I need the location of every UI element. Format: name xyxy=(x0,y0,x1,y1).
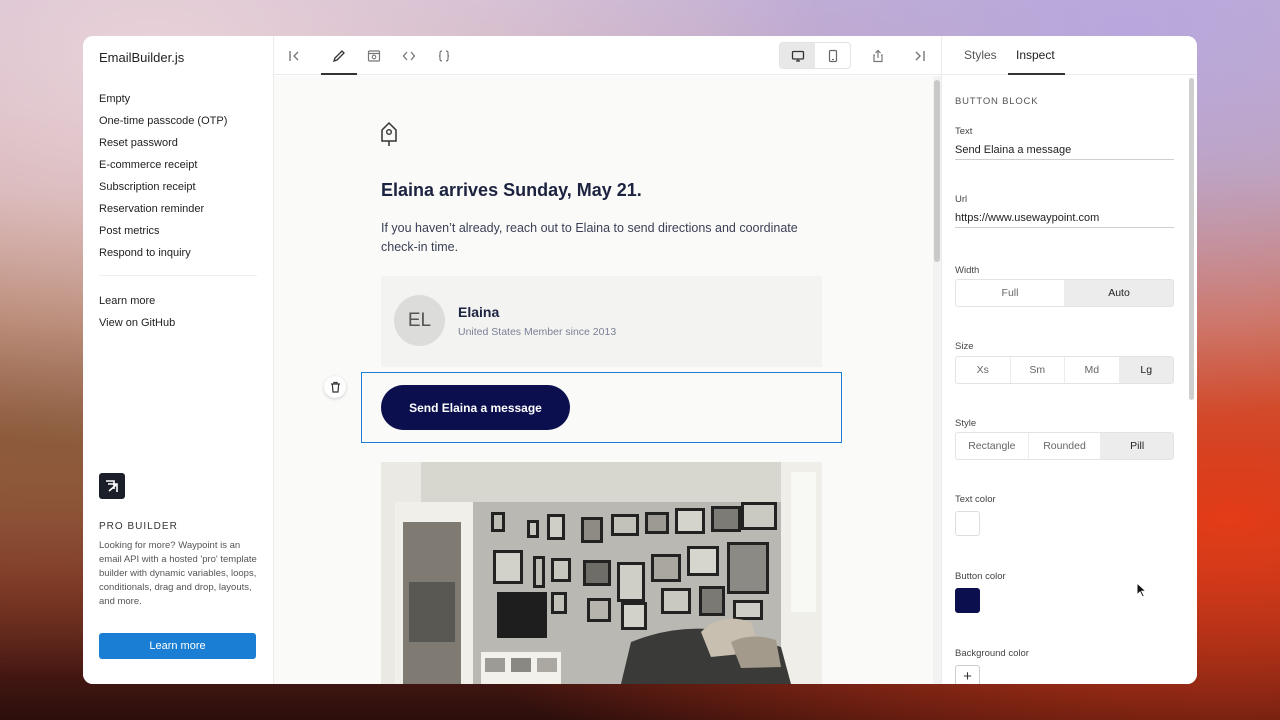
app-window: EmailBuilder.js Empty One-time passcode … xyxy=(83,36,1197,684)
profile-name: Elaina xyxy=(458,304,500,320)
template-empty[interactable]: Empty xyxy=(99,88,257,110)
style-rectangle-option[interactable]: Rectangle xyxy=(956,433,1029,459)
desktop-icon[interactable] xyxy=(780,43,815,68)
mobile-icon[interactable] xyxy=(815,43,850,68)
email-heading: Elaina arrives Sunday, May 21. xyxy=(381,180,642,200)
width-full-option[interactable]: Full xyxy=(956,280,1065,306)
text-field[interactable] xyxy=(955,140,1174,160)
email-body-text: If you haven’t already, reach out to Ela… xyxy=(381,221,798,254)
template-subscription-receipt[interactable]: Subscription receipt xyxy=(99,176,257,198)
profile-subtitle: United States Member since 2013 xyxy=(458,326,617,338)
style-label: Style xyxy=(955,418,977,429)
size-lg-option[interactable]: Lg xyxy=(1119,357,1173,383)
birdhouse-logo-icon xyxy=(380,121,398,152)
avatar: EL xyxy=(394,295,445,346)
block-title: BUTTON BLOCK xyxy=(955,96,1039,107)
active-tab-indicator xyxy=(1008,73,1065,75)
text-color-swatch[interactable] xyxy=(955,511,980,536)
collapse-left-icon[interactable] xyxy=(284,46,304,66)
url-field[interactable] xyxy=(955,208,1174,228)
inspector-tabs: Styles Inspect xyxy=(942,36,1197,75)
collapse-right-icon[interactable] xyxy=(910,46,930,66)
button-color-label: Button color xyxy=(955,571,1006,582)
template-respond-to-inquiry[interactable]: Respond to inquiry xyxy=(99,242,257,264)
button-color-swatch[interactable] xyxy=(955,588,980,613)
pencil-icon[interactable] xyxy=(329,46,349,66)
template-list: Empty One-time passcode (OTP) Reset pass… xyxy=(99,88,257,264)
style-pill-option[interactable]: Pill xyxy=(1101,433,1173,459)
device-toggle xyxy=(779,42,851,69)
waypoint-logo-icon xyxy=(99,473,125,499)
json-code-icon[interactable] xyxy=(434,46,454,66)
pro-builder-description: Looking for more? Waypoint is an email A… xyxy=(99,540,257,607)
link-list: Learn more View on GitHub xyxy=(99,290,257,334)
size-sm-option[interactable]: Sm xyxy=(1011,357,1065,383)
room-photo xyxy=(381,462,822,684)
app-brand: EmailBuilder.js xyxy=(99,50,185,65)
template-post-metrics[interactable]: Post metrics xyxy=(99,220,257,242)
url-label: Url xyxy=(955,194,968,205)
inspector-panel: Styles Inspect BUTTON BLOCK Text Url Wid… xyxy=(941,36,1197,684)
size-toggle: Xs Sm Md Lg xyxy=(955,356,1174,384)
sidebar: EmailBuilder.js Empty One-time passcode … xyxy=(83,36,274,684)
editor-area: Elaina arrives Sunday, May 21. If you ha… xyxy=(274,36,941,684)
email-canvas: Elaina arrives Sunday, May 21. If you ha… xyxy=(274,76,941,684)
sidebar-divider xyxy=(99,275,257,276)
learn-more-link[interactable]: Learn more xyxy=(99,290,257,312)
text-label: Text xyxy=(955,126,973,137)
style-toggle: Rectangle Rounded Pill xyxy=(955,432,1174,460)
share-icon[interactable] xyxy=(868,46,888,66)
text-color-label: Text color xyxy=(955,494,996,505)
preview-icon[interactable] xyxy=(364,46,384,66)
trash-icon[interactable] xyxy=(324,376,346,398)
width-label: Width xyxy=(955,265,980,276)
panel-scrollbar[interactable] xyxy=(1189,78,1194,400)
width-auto-option[interactable]: Auto xyxy=(1065,280,1173,306)
html-code-icon[interactable] xyxy=(399,46,419,66)
size-xs-option[interactable]: Xs xyxy=(956,357,1011,383)
width-toggle: Full Auto xyxy=(955,279,1174,307)
tab-inspect[interactable]: Inspect xyxy=(1016,48,1055,62)
canvas-scroll-thumb[interactable] xyxy=(934,80,940,262)
pro-builder-title: PRO BUILDER xyxy=(99,521,178,532)
template-otp[interactable]: One-time passcode (OTP) xyxy=(99,110,257,132)
background-color-label: Background color xyxy=(955,648,1029,659)
template-ecommerce-receipt[interactable]: E-commerce receipt xyxy=(99,154,257,176)
active-tab-indicator xyxy=(321,73,357,75)
editor-toolbar xyxy=(274,36,941,75)
tab-styles[interactable]: Styles xyxy=(964,48,997,62)
size-label: Size xyxy=(955,341,974,352)
template-reset-password[interactable]: Reset password xyxy=(99,132,257,154)
send-message-button[interactable]: Send Elaina a message xyxy=(381,385,570,430)
profile-card: EL Elaina United States Member since 201… xyxy=(381,276,822,367)
pro-learn-more-button[interactable]: Learn more xyxy=(99,633,256,659)
style-rounded-option[interactable]: Rounded xyxy=(1029,433,1102,459)
size-md-option[interactable]: Md xyxy=(1065,357,1120,383)
template-reservation-reminder[interactable]: Reservation reminder xyxy=(99,198,257,220)
github-link[interactable]: View on GitHub xyxy=(99,312,257,334)
add-background-color-button[interactable]: + xyxy=(955,665,980,684)
mouse-pointer-icon xyxy=(1136,581,1148,603)
